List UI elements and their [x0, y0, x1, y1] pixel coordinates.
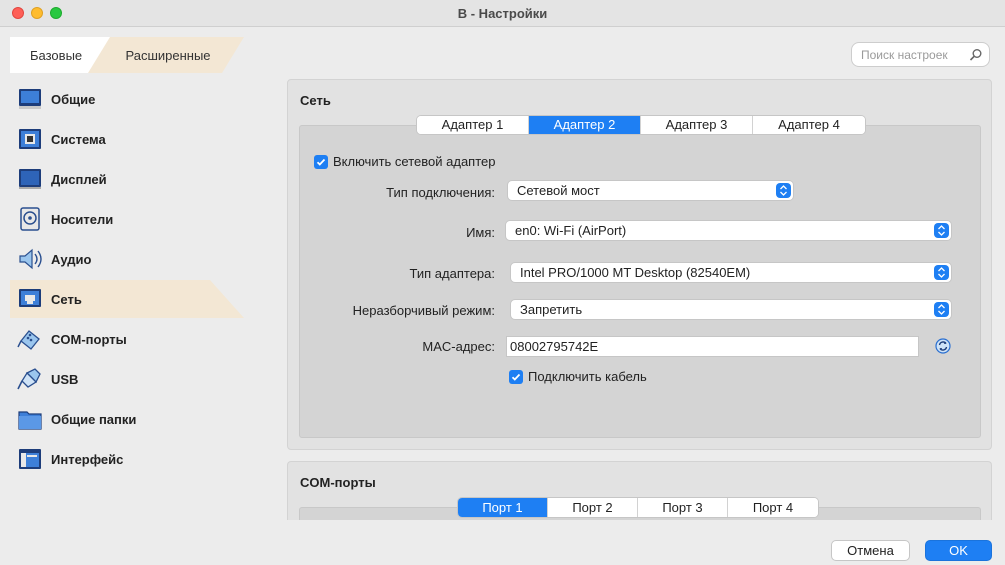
- sidebar-item-label: USB: [51, 371, 79, 387]
- chevron-updown-icon: [934, 223, 949, 238]
- checkmark-icon: [314, 154, 328, 169]
- attached-to-label: Тип подключения:: [386, 185, 495, 200]
- general-icon: [16, 85, 44, 113]
- com-port-tabs: Порт 1 Порт 2 Порт 3 Порт 4: [457, 497, 819, 518]
- display-icon: [16, 165, 44, 193]
- tab-adapter-1[interactable]: Адаптер 1: [417, 116, 529, 134]
- sidebar-item-label: Система: [51, 131, 106, 147]
- sidebar-item-label: COM-порты: [51, 331, 127, 347]
- tab-adapter-4[interactable]: Адаптер 4: [753, 116, 865, 134]
- sidebar-item-user-interface[interactable]: Интерфейс: [10, 440, 244, 478]
- enable-adapter-checkbox[interactable]: Включить сетевой адаптер: [314, 154, 495, 169]
- promiscuous-mode-value: Запретить: [520, 302, 583, 317]
- sidebar-item-audio[interactable]: Аудио: [10, 240, 244, 278]
- network-icon: [16, 285, 44, 313]
- settings-search[interactable]: [851, 42, 990, 67]
- sidebar-item-network[interactable]: Сеть: [10, 280, 244, 318]
- sidebar-item-label: Дисплей: [51, 171, 107, 187]
- adapter-tabs: Адаптер 1 Адаптер 2 Адаптер 3 Адаптер 4: [416, 115, 866, 135]
- tab-adapter-2[interactable]: Адаптер 2: [529, 116, 641, 134]
- chevron-updown-icon: [934, 265, 949, 280]
- system-icon: [16, 125, 44, 153]
- sidebar-item-label: Сеть: [51, 291, 82, 307]
- attached-to-value: Сетевой мост: [517, 183, 600, 198]
- serial-ports-icon: [16, 325, 44, 353]
- enable-adapter-label: Включить сетевой адаптер: [333, 154, 496, 169]
- adapter-type-select[interactable]: Intel PRO/1000 MT Desktop (82540EM): [510, 262, 952, 283]
- cancel-button[interactable]: Отмена: [831, 540, 910, 561]
- sidebar-item-serial-ports[interactable]: COM-порты: [10, 320, 244, 358]
- window-title: В - Настройки: [457, 6, 548, 21]
- title-bar: В - Настройки: [0, 0, 1005, 27]
- chevron-updown-icon: [934, 302, 949, 317]
- interface-name-value: en0: Wi-Fi (AirPort): [515, 223, 627, 238]
- mac-address-label: MAC-адрес:: [422, 339, 495, 354]
- promiscuous-mode-label: Неразборчивый режим:: [352, 303, 495, 318]
- tab-port-3[interactable]: Порт 3: [638, 498, 728, 517]
- adapter-type-value: Intel PRO/1000 MT Desktop (82540EM): [520, 265, 751, 280]
- sidebar-item-storage[interactable]: Носители: [10, 200, 244, 238]
- mac-address-field[interactable]: 08002795742E: [506, 336, 919, 357]
- mode-advanced-button[interactable]: Расширенные: [88, 37, 244, 73]
- search-input[interactable]: [861, 46, 971, 63]
- sidebar-item-label: Общие папки: [51, 411, 137, 427]
- attached-to-select[interactable]: Сетевой мост: [507, 180, 794, 201]
- audio-icon: [16, 245, 44, 273]
- sidebar-item-shared-folders[interactable]: Общие папки: [10, 400, 244, 438]
- search-icon: [969, 49, 982, 61]
- sidebar-item-label: Аудио: [51, 251, 92, 267]
- chevron-updown-icon: [776, 183, 791, 198]
- storage-icon: [16, 205, 44, 233]
- name-label: Имя:: [466, 225, 495, 240]
- checkmark-icon: [509, 369, 523, 384]
- ok-button[interactable]: OK: [925, 540, 992, 561]
- sidebar-item-system[interactable]: Система: [10, 120, 244, 158]
- user-interface-icon: [16, 445, 44, 473]
- sidebar-item-display[interactable]: Дисплей: [10, 160, 244, 198]
- sidebar-item-label: Интерфейс: [51, 451, 124, 467]
- usb-icon: [16, 365, 44, 393]
- generate-mac-icon[interactable]: [935, 338, 951, 354]
- interface-name-select[interactable]: en0: Wi-Fi (AirPort): [505, 220, 952, 241]
- promiscuous-mode-select[interactable]: Запретить: [510, 299, 952, 320]
- network-section-title: Сеть: [300, 93, 331, 108]
- sidebar-item-label: Общие: [51, 91, 96, 107]
- cable-connected-checkbox[interactable]: Подключить кабель: [509, 369, 647, 384]
- sidebar-item-general[interactable]: Общие: [10, 80, 244, 118]
- sidebar-item-usb[interactable]: USB: [10, 360, 244, 398]
- tab-port-2[interactable]: Порт 2: [548, 498, 638, 517]
- adapter-type-label: Тип адаптера:: [409, 266, 495, 281]
- sidebar-item-label: Носители: [51, 211, 114, 227]
- tab-port-1[interactable]: Порт 1: [458, 498, 548, 517]
- shared-folders-icon: [16, 405, 44, 433]
- cable-connected-label: Подключить кабель: [528, 369, 647, 384]
- com-ports-section-title: COM-порты: [300, 475, 376, 490]
- section-clip: [287, 520, 992, 541]
- tab-adapter-3[interactable]: Адаптер 3: [641, 116, 753, 134]
- tab-port-4[interactable]: Порт 4: [728, 498, 818, 517]
